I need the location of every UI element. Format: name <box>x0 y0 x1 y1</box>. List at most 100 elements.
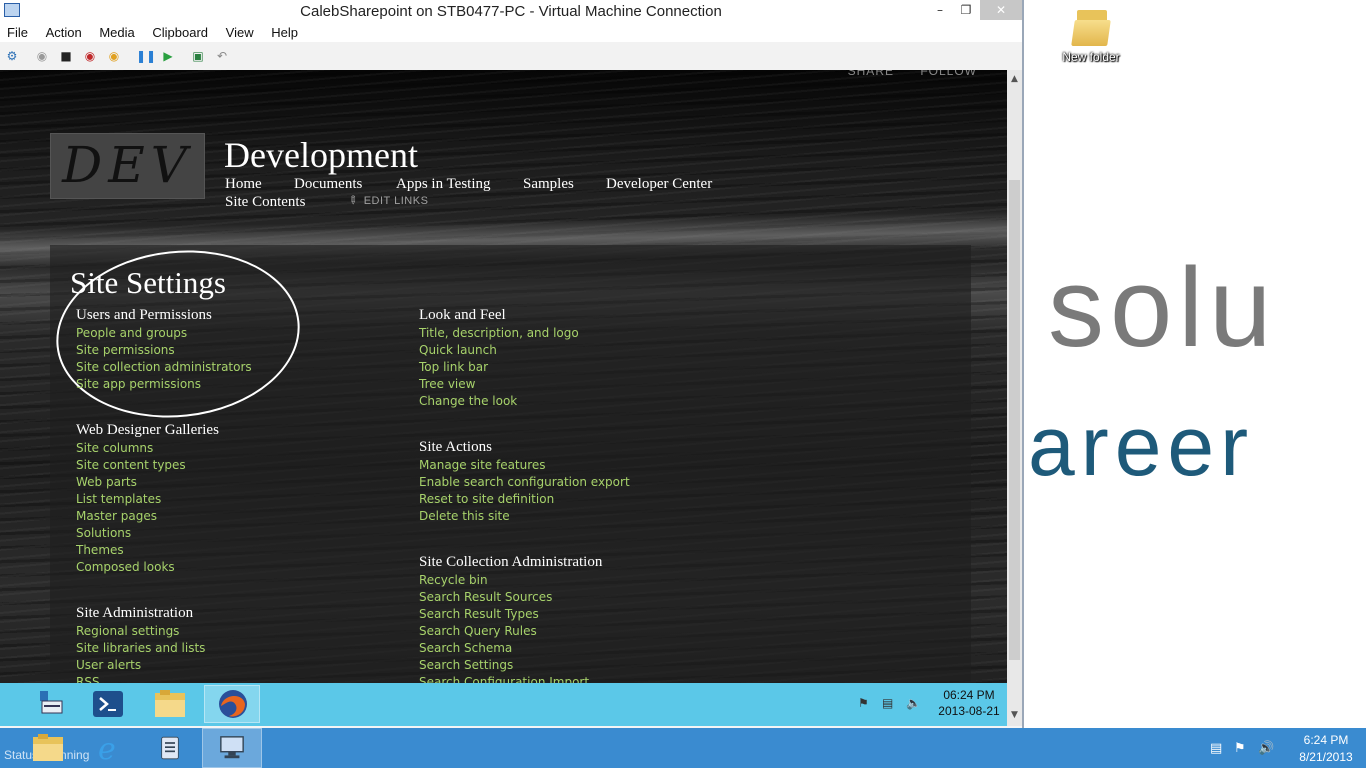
menu-help[interactable]: Help <box>264 22 305 40</box>
link-site-collection-admins[interactable]: Site collection administrators <box>76 359 252 376</box>
start-icon[interactable]: ◉ <box>34 48 50 64</box>
vm-connection-icon <box>220 736 244 759</box>
menu-clipboard[interactable]: Clipboard <box>145 22 215 40</box>
site-logo-text: DEV <box>62 136 193 194</box>
link-site-app-permissions[interactable]: Site app permissions <box>76 376 252 393</box>
link-site-libraries-and-lists[interactable]: Site libraries and lists <box>76 640 205 657</box>
resume-icon[interactable]: ▶ <box>160 48 176 64</box>
share-link[interactable]: SHARE <box>848 70 894 78</box>
save-state-icon[interactable]: ◉ <box>106 48 122 64</box>
scrollbar-thumb[interactable] <box>1009 180 1020 660</box>
host-taskbar: Status: Running e ▤ ⚑ 🔊 6:24 PM 8/21/201… <box>0 728 1366 768</box>
host-volume-icon[interactable]: 🔊 <box>1258 741 1274 756</box>
host-notepad-button[interactable] <box>140 728 200 768</box>
link-site-content-types[interactable]: Site content types <box>76 457 219 474</box>
desktop-icon-new-folder[interactable]: New folder <box>1054 6 1128 64</box>
minimize-button[interactable]: – <box>926 0 954 20</box>
menu-view[interactable]: View <box>219 22 261 40</box>
group-look-and-feel: Look and Feel Title, description, and lo… <box>419 307 579 410</box>
server-manager-button[interactable] <box>18 685 74 723</box>
ctrl-alt-del-icon[interactable]: ⚙ <box>4 48 20 64</box>
link-title-description-logo[interactable]: Title, description, and logo <box>419 325 579 342</box>
link-master-pages[interactable]: Master pages <box>76 508 219 525</box>
menu-media[interactable]: Media <box>92 22 141 40</box>
link-search-query-rules[interactable]: Search Query Rules <box>419 623 602 640</box>
shut-down-icon[interactable]: ◉ <box>82 48 98 64</box>
link-enable-search-config-export[interactable]: Enable search configuration export <box>419 474 630 491</box>
guest-taskbar: ⚑ ▤ 🔈 06:24 PM 2013-08-21 <box>0 683 1007 726</box>
firefox-button[interactable] <box>204 685 260 723</box>
link-delete-this-site[interactable]: Delete this site <box>419 508 630 525</box>
host-clock[interactable]: 6:24 PM 8/21/2013 <box>1288 732 1364 766</box>
link-site-permissions[interactable]: Site permissions <box>76 342 252 359</box>
nav-home[interactable]: Home <box>225 176 262 193</box>
pause-icon[interactable]: ❚❚ <box>136 48 156 64</box>
site-logo[interactable]: DEV <box>50 133 205 199</box>
vm-toolbar: ⚙ ◉ ■ ◉ ◉ ❚❚ ▶ ▣ ↶ <box>0 42 1022 71</box>
wallpaper-text-2: areer <box>1028 399 1255 493</box>
pencil-icon: ✎ <box>344 193 361 209</box>
turn-off-icon[interactable]: ■ <box>58 48 74 64</box>
guest-clock[interactable]: 06:24 PM 2013-08-21 <box>930 687 1007 719</box>
nav-apps-in-testing[interactable]: Apps in Testing <box>396 176 491 193</box>
host-file-explorer-button[interactable] <box>18 728 78 768</box>
close-button[interactable]: ✕ <box>980 0 1022 20</box>
file-explorer-button[interactable] <box>142 685 198 723</box>
link-recycle-bin[interactable]: Recycle bin <box>419 572 602 589</box>
network-icon[interactable]: ▤ <box>882 696 896 710</box>
link-themes[interactable]: Themes <box>76 542 219 559</box>
powershell-button[interactable] <box>80 685 136 723</box>
link-reset-to-site-definition[interactable]: Reset to site definition <box>419 491 630 508</box>
link-top-link-bar[interactable]: Top link bar <box>419 359 579 376</box>
menu-bar: File Action Media Clipboard View Help <box>0 22 1022 42</box>
link-composed-looks[interactable]: Composed looks <box>76 559 219 576</box>
nav-site-contents[interactable]: Site Contents <box>225 194 305 211</box>
revert-icon[interactable]: ↶ <box>214 48 230 64</box>
edit-links-button[interactable]: ✎ EDIT LINKS <box>344 193 428 209</box>
link-people-and-groups[interactable]: People and groups <box>76 325 252 342</box>
link-solutions[interactable]: Solutions <box>76 525 219 542</box>
link-change-the-look[interactable]: Change the look <box>419 393 579 410</box>
notepad-icon <box>161 736 179 760</box>
group-site-administration: Site Administration Regional settings Si… <box>76 605 205 691</box>
link-search-result-sources[interactable]: Search Result Sources <box>419 589 602 606</box>
maximize-button[interactable]: ❐ <box>954 0 978 20</box>
link-user-alerts[interactable]: User alerts <box>76 657 205 674</box>
link-manage-site-features[interactable]: Manage site features <box>419 457 630 474</box>
host-action-center-flag-icon[interactable]: ⚑ <box>1234 741 1246 756</box>
nav-documents[interactable]: Documents <box>294 176 362 193</box>
link-quick-launch[interactable]: Quick launch <box>419 342 579 359</box>
folder-icon <box>1071 6 1111 46</box>
wallpaper-text-1: solu <box>1048 245 1278 370</box>
menu-file[interactable]: File <box>0 22 35 40</box>
host-ie-button[interactable]: e <box>80 728 140 768</box>
volume-muted-icon[interactable]: 🔈 <box>906 696 921 710</box>
vm-guest-screen[interactable]: SHARE FOLLOW DEV Development Home Docume… <box>0 70 1007 726</box>
link-web-parts[interactable]: Web parts <box>76 474 219 491</box>
host-network-icon[interactable]: ▤ <box>1210 741 1222 756</box>
scroll-down-arrow-icon[interactable]: ▼ <box>1007 710 1022 720</box>
link-search-settings[interactable]: Search Settings <box>419 657 602 674</box>
host-vm-connection-button[interactable] <box>202 728 262 768</box>
group-title: Site Collection Administration <box>419 554 603 570</box>
menu-action[interactable]: Action <box>39 22 89 40</box>
host-desktop: New folder solu areer <box>1024 0 1366 728</box>
nav-developer-center[interactable]: Developer Center <box>606 176 712 193</box>
checkpoint-icon[interactable]: ▣ <box>190 48 206 64</box>
link-list-templates[interactable]: List templates <box>76 491 219 508</box>
link-tree-view[interactable]: Tree view <box>419 376 579 393</box>
nav-samples[interactable]: Samples <box>523 176 574 193</box>
link-search-result-types[interactable]: Search Result Types <box>419 606 602 623</box>
action-center-flag-icon[interactable]: ⚑ <box>858 696 872 710</box>
link-search-schema[interactable]: Search Schema <box>419 640 602 657</box>
follow-link[interactable]: FOLLOW <box>920 70 977 78</box>
page-title: Site Settings <box>70 265 226 300</box>
group-title: Web Designer Galleries <box>76 422 219 438</box>
scroll-up-arrow-icon[interactable]: ▲ <box>1007 74 1022 84</box>
site-title[interactable]: Development <box>224 134 418 176</box>
link-site-columns[interactable]: Site columns <box>76 440 219 457</box>
vertical-scrollbar[interactable]: ▲ ▼ <box>1007 70 1022 726</box>
window-titlebar[interactable]: CalebSharepoint on STB0477-PC - Virtual … <box>0 0 1022 22</box>
link-regional-settings[interactable]: Regional settings <box>76 623 205 640</box>
svg-text:e: e <box>98 732 116 764</box>
